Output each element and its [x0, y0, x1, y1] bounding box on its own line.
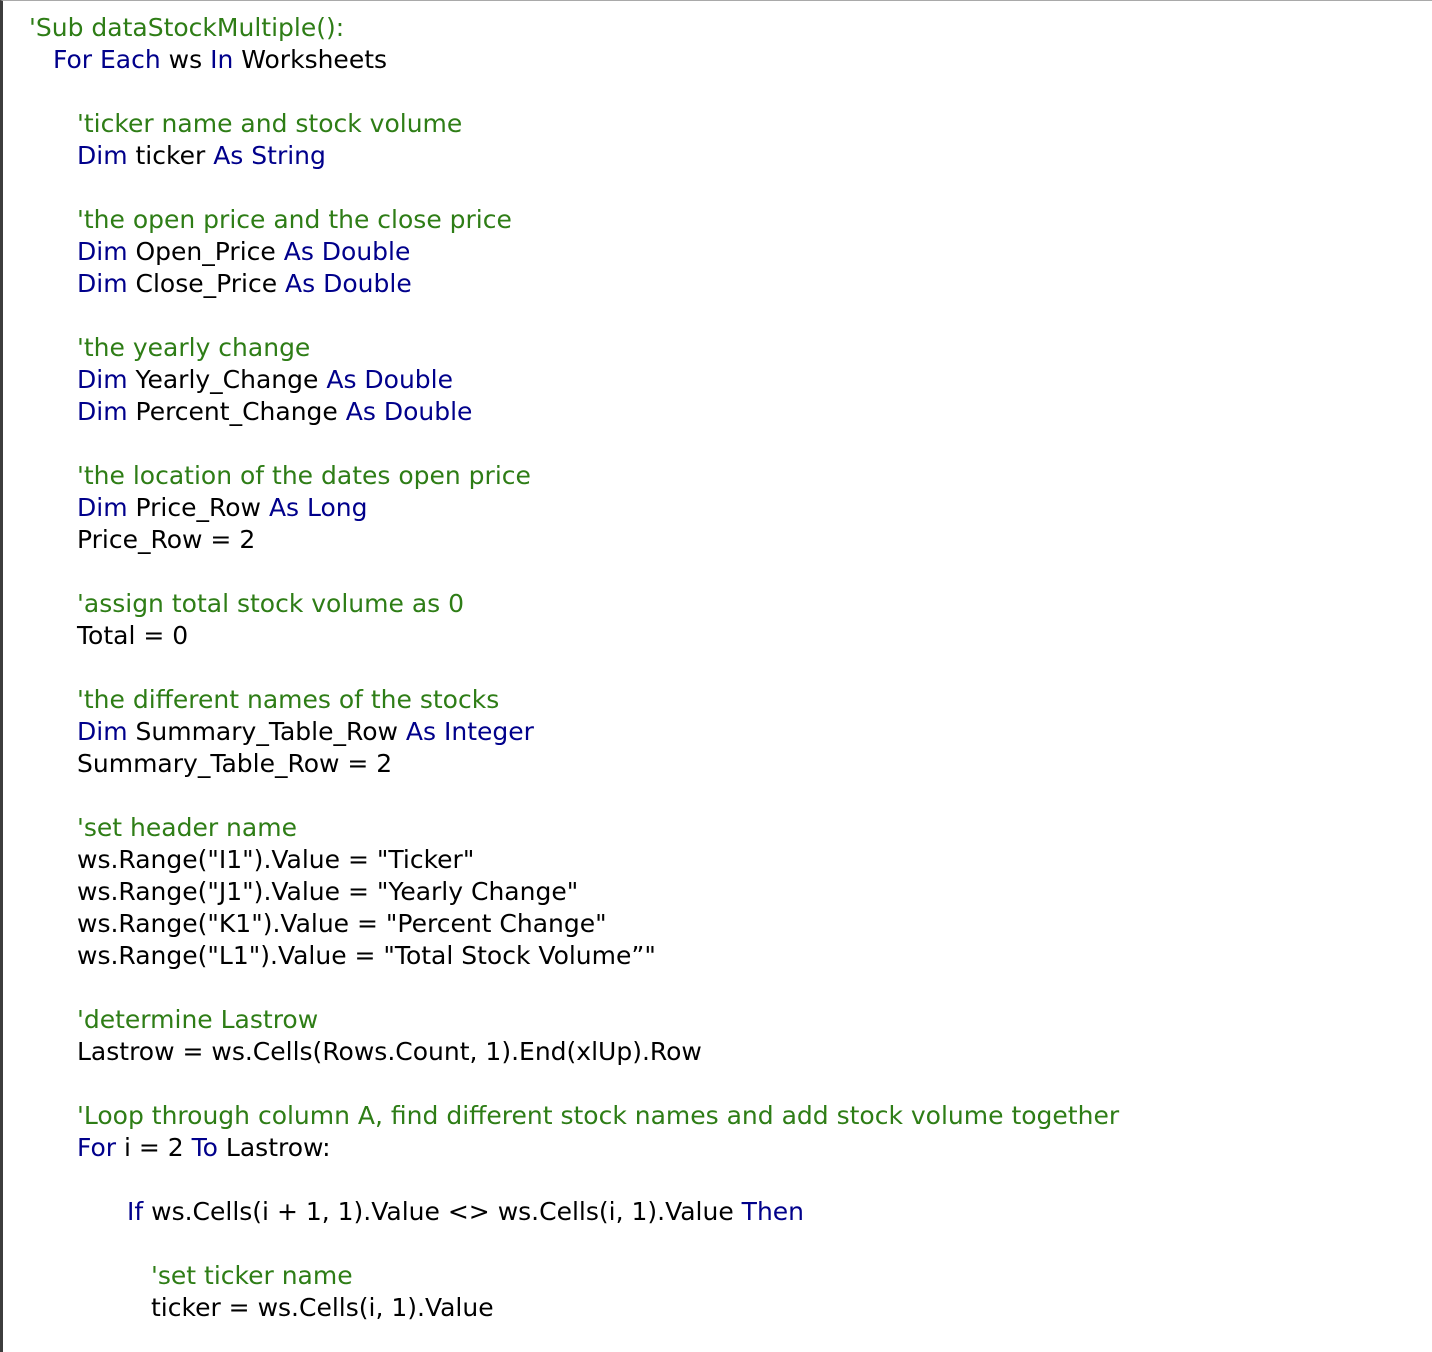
code-line[interactable]: Dim Open_Price As Double — [77, 236, 410, 268]
code-text: Open_Price — [127, 237, 284, 266]
code-comment: 'the location of the dates open price — [77, 461, 531, 490]
code-line[interactable]: Dim Price_Row As Long — [77, 492, 368, 524]
code-text: ticker — [127, 141, 214, 170]
code-keyword: For Each — [53, 45, 161, 74]
code-keyword: As Integer — [405, 717, 534, 746]
code-keyword: As Double — [283, 237, 411, 266]
code-text: ws.Cells(i + 1, 1).Value <> ws.Cells(i, … — [143, 1197, 742, 1226]
code-line[interactable]: 'Sub dataStockMultiple(): — [29, 12, 344, 44]
code-line[interactable]: 'set header name — [77, 812, 297, 844]
code-comment: 'assign total stock volume as 0 — [77, 589, 465, 618]
code-text: ws.Range("L1").Value = "Total Stock Volu… — [77, 941, 656, 970]
code-comment: 'ticker name and stock volume — [77, 109, 463, 138]
code-line[interactable]: For i = 2 To Lastrow: — [77, 1132, 331, 1164]
code-line[interactable]: ws.Range("L1").Value = "Total Stock Volu… — [77, 940, 656, 972]
code-keyword: Dim — [77, 493, 128, 522]
code-text: Price_Row = 2 — [77, 525, 256, 554]
code-line[interactable]: Dim Summary_Table_Row As Integer — [77, 716, 534, 748]
code-line[interactable]: Summary_Table_Row = 2 — [77, 748, 392, 780]
code-keyword: Dim — [77, 269, 128, 298]
code-keyword: Dim — [77, 717, 128, 746]
code-text: ws — [160, 45, 211, 74]
code-line[interactable]: For Each ws In Worksheets — [53, 44, 387, 76]
code-keyword: As Long — [268, 493, 368, 522]
code-keyword: To — [191, 1133, 218, 1162]
code-keyword: Dim — [77, 365, 128, 394]
code-line[interactable]: ws.Range("I1").Value = "Ticker" — [77, 844, 474, 876]
code-line[interactable]: 'the location of the dates open price — [77, 460, 531, 492]
code-comment: 'the yearly change — [77, 333, 311, 362]
code-text: Price_Row — [127, 493, 269, 522]
code-line[interactable]: Lastrow = ws.Cells(Rows.Count, 1).End(xl… — [77, 1036, 702, 1068]
code-line[interactable]: Dim Close_Price As Double — [77, 268, 412, 300]
code-text: Close_Price — [127, 269, 286, 298]
code-line[interactable]: ws.Range("K1").Value = "Percent Change" — [77, 908, 607, 940]
code-text: i = 2 — [116, 1133, 192, 1162]
code-line[interactable]: 'assign total stock volume as 0 — [77, 588, 464, 620]
code-text: Lastrow: — [217, 1133, 331, 1162]
code-comment: 'the open price and the close price — [77, 205, 512, 234]
code-line[interactable]: If ws.Cells(i + 1, 1).Value <> ws.Cells(… — [127, 1196, 804, 1228]
code-text: Summary_Table_Row — [127, 717, 406, 746]
code-line[interactable]: 'Loop through column A, find different s… — [77, 1100, 1119, 1132]
code-keyword: As String — [213, 141, 326, 170]
code-keyword: In — [210, 45, 234, 74]
code-keyword: Dim — [77, 141, 128, 170]
code-area[interactable]: 'Sub dataStockMultiple(): For Each ws In … — [3, 1, 1432, 1351]
code-text: ticker = ws.Cells(i, 1).Value — [151, 1293, 494, 1322]
code-text: Percent_Change — [127, 397, 346, 426]
code-line[interactable]: ws.Range("J1").Value = "Yearly Change" — [77, 876, 578, 908]
code-line[interactable]: 'ticker name and stock volume — [77, 108, 462, 140]
code-keyword: As Double — [326, 365, 454, 394]
code-text: Worksheets — [233, 45, 388, 74]
code-keyword: For — [77, 1133, 117, 1162]
code-keyword: If — [127, 1197, 144, 1226]
code-line[interactable]: Dim Percent_Change As Double — [77, 396, 472, 428]
code-line[interactable]: Price_Row = 2 — [77, 524, 255, 556]
code-text: Total = 0 — [77, 621, 189, 650]
code-line[interactable]: 'the different names of the stocks — [77, 684, 499, 716]
code-text: Yearly_Change — [127, 365, 327, 394]
code-text: Summary_Table_Row = 2 — [77, 749, 393, 778]
code-comment: 'set ticker name — [151, 1261, 353, 1290]
code-comment: 'Loop through column A, find different s… — [77, 1101, 1120, 1130]
code-line[interactable]: 'the yearly change — [77, 332, 310, 364]
code-comment: 'determine Lastrow — [77, 1005, 319, 1034]
code-keyword: As Double — [285, 269, 412, 298]
code-line[interactable]: Total = 0 — [77, 620, 188, 652]
code-line[interactable]: 'the open price and the close price — [77, 204, 512, 236]
code-keyword: Dim — [77, 237, 128, 266]
code-keyword: Then — [741, 1197, 805, 1226]
code-text: ws.Range("I1").Value = "Ticker" — [77, 845, 475, 874]
code-line[interactable]: 'determine Lastrow — [77, 1004, 318, 1036]
code-text: Lastrow = ws.Cells(Rows.Count, 1).End(xl… — [77, 1037, 702, 1066]
code-line[interactable]: ticker = ws.Cells(i, 1).Value — [151, 1292, 494, 1324]
code-text: ws.Range("J1").Value = "Yearly Change" — [77, 877, 579, 906]
code-keyword: Dim — [77, 397, 128, 426]
code-line[interactable]: 'set ticker name — [151, 1260, 353, 1292]
code-comment: 'set header name — [77, 813, 297, 842]
code-text: ws.Range("K1").Value = "Percent Change" — [77, 909, 607, 938]
code-comment: 'the different names of the stocks — [77, 685, 500, 714]
code-line[interactable]: Dim ticker As String — [77, 140, 326, 172]
code-comment: 'Sub dataStockMultiple(): — [29, 13, 345, 42]
code-editor[interactable]: 'Sub dataStockMultiple(): For Each ws In … — [0, 0, 1432, 1352]
code-keyword: As Double — [345, 397, 473, 426]
code-line[interactable]: Dim Yearly_Change As Double — [77, 364, 453, 396]
